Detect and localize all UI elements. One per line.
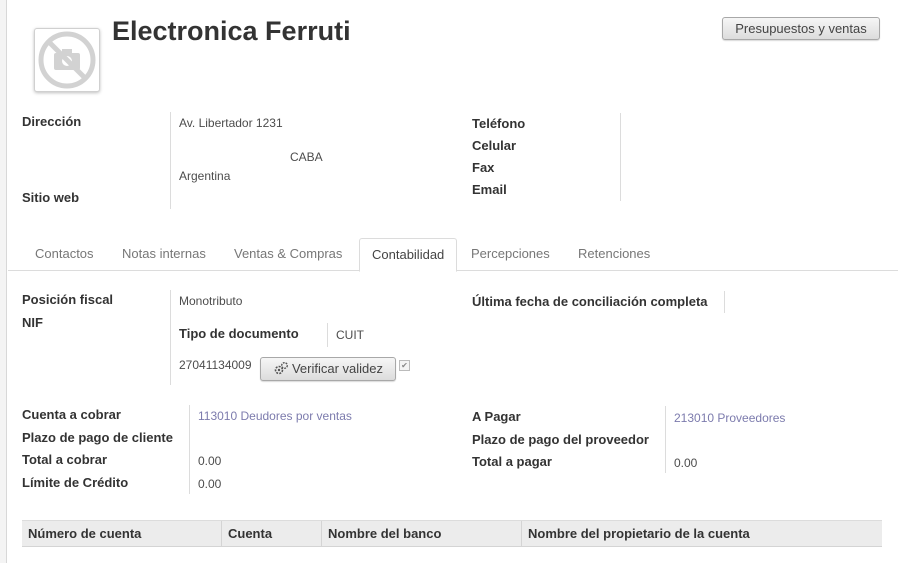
partner-name: Electronica Ferruti: [112, 16, 351, 46]
credit-limit-label: Límite de Crédito: [22, 475, 129, 490]
tab-sales-purchases[interactable]: Ventas & Compras: [234, 238, 342, 270]
doc-type-label: Tipo de documento: [179, 326, 299, 341]
nif-field[interactable]: 27041134009: [179, 358, 252, 372]
last-reconcile-divider: [724, 291, 725, 313]
country-field[interactable]: Argentina: [179, 169, 230, 183]
street-field[interactable]: Av. Libertador 1231: [179, 116, 283, 130]
column-header-owner-name[interactable]: Nombre del propietario de la cuenta: [522, 521, 882, 546]
doc-type-field[interactable]: CUIT: [336, 328, 364, 342]
nif-label: NIF: [22, 315, 43, 330]
bank-accounts-table-header: Número de cuenta Cuenta Nombre del banco…: [22, 520, 882, 547]
total-receivable-label: Total a cobrar: [22, 452, 108, 467]
phone-label: Teléfono: [472, 116, 526, 131]
total-payable-field: 0.00: [674, 456, 698, 470]
tab-contacts[interactable]: Contactos: [35, 238, 94, 270]
doc-type-divider: [327, 323, 328, 347]
payable-divider: [665, 406, 666, 473]
receivable-divider: [189, 405, 190, 494]
left-panel-border: [0, 0, 7, 563]
address-divider: [170, 112, 171, 209]
mobile-label: Celular: [472, 138, 517, 153]
verify-validity-button[interactable]: Verificar validez: [260, 357, 396, 381]
email-label: Email: [472, 182, 507, 197]
gears-icon: [273, 361, 289, 378]
tab-internal-notes[interactable]: Notas internas: [122, 238, 206, 270]
address-label: Dirección: [22, 114, 82, 129]
receivable-account-label: Cuenta a cobrar: [22, 407, 121, 422]
credit-limit-field[interactable]: 0.00: [198, 477, 221, 491]
tab-accounting[interactable]: Contabilidad: [359, 238, 458, 272]
tab-perceptions[interactable]: Percepciones: [471, 238, 550, 270]
verify-validity-label: Verificar validez: [291, 361, 384, 377]
last-reconcile-label: Última fecha de conciliación completa: [472, 294, 708, 309]
fax-label: Fax: [472, 160, 495, 175]
fiscal-divider: [170, 290, 171, 385]
vat-verified-checkbox[interactable]: ✔: [399, 360, 410, 371]
payable-account-label: A Pagar: [472, 409, 521, 424]
total-payable-label: Total a pagar: [472, 454, 552, 469]
supplier-terms-label: Plazo de pago del proveedor: [472, 432, 649, 447]
quotes-sales-button[interactable]: Presupuestos y ventas: [722, 17, 880, 40]
notebook-tabs: Contactos Notas internas Ventas & Compra…: [8, 238, 898, 272]
column-header-account[interactable]: Cuenta: [222, 521, 322, 546]
receivable-account-link[interactable]: 113010 Deudores por ventas: [198, 409, 352, 423]
fiscal-position-field[interactable]: Monotributo: [179, 294, 242, 308]
city-field[interactable]: CABA: [290, 150, 323, 164]
no-camera-icon: [38, 31, 96, 89]
column-header-account-number[interactable]: Número de cuenta: [22, 521, 222, 546]
customer-terms-label: Plazo de pago de cliente: [22, 430, 173, 445]
total-receivable-field: 0.00: [198, 454, 222, 468]
tab-withholdings[interactable]: Retenciones: [578, 238, 650, 270]
fiscal-position-label: Posición fiscal: [22, 292, 114, 307]
contact-divider: [620, 113, 621, 201]
payable-account-link[interactable]: 213010 Proveedores: [674, 411, 785, 425]
column-header-bank-name[interactable]: Nombre del banco: [322, 521, 522, 546]
partner-avatar[interactable]: [34, 28, 100, 92]
website-label: Sitio web: [22, 190, 80, 205]
